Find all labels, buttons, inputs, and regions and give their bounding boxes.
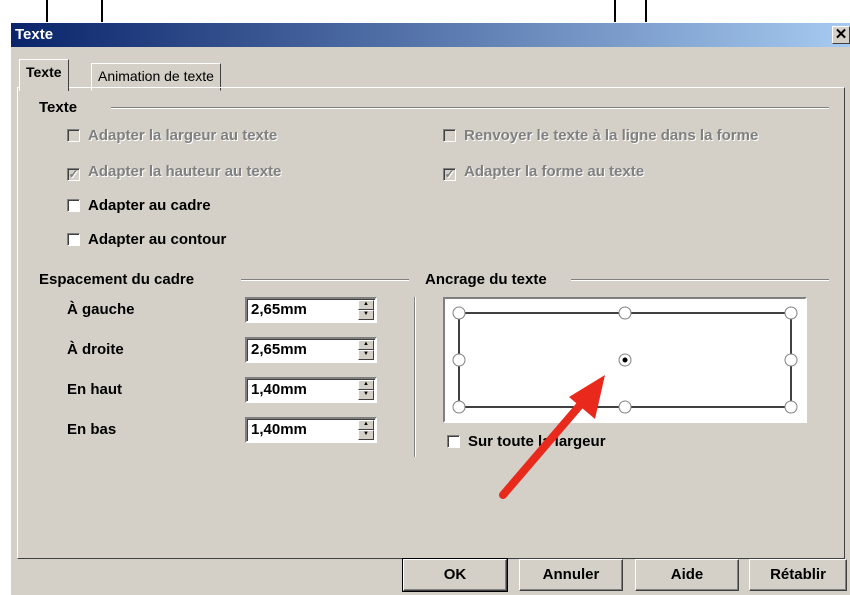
ok-button[interactable]: OK [402,558,508,592]
bottom-spacing-field[interactable]: 1,40mm ▲ ▼ [245,417,377,443]
anchor-point-top-center[interactable] [618,306,632,320]
background-line [645,0,647,22]
anchor-point-top-right[interactable] [784,306,798,320]
group-divider [241,279,409,281]
checkbox-box [443,129,456,142]
texte-group-title: Texte [39,99,82,116]
top-spacing-field[interactable]: 1,40mm ▲ ▼ [245,377,377,403]
bottom-spacing-label: En bas [67,421,117,438]
group-divider [111,107,829,109]
spin-buttons: ▲ ▼ [358,340,374,360]
left-spacing-field[interactable]: 2,65mm ▲ ▼ [245,297,377,323]
spacing-group-title: Espacement du cadre [39,271,199,288]
anchor-point-bottom-right[interactable] [784,400,798,414]
fit-width-checkbox[interactable]: Adapter la largeur au texte [67,127,277,145]
checkbox-box [67,129,80,142]
check-mark-icon: ✓ [443,167,456,181]
top-spacing-label: En haut [67,381,122,398]
group-divider [571,279,829,281]
spin-buttons: ▲ ▼ [358,420,374,440]
tab-texte[interactable]: Texte [19,59,69,91]
field-value: 2,65mm [251,301,307,318]
checkbox-label: Adapter au cadre [88,197,211,214]
text-dialog: Texte ✕ Texte Animation de texte Texte A… [10,22,850,595]
cancel-button[interactable]: Annuler [519,559,623,591]
fit-shape-checkbox[interactable]: ✓ Adapter la forme au texte [443,163,644,181]
spin-buttons: ▲ ▼ [358,300,374,320]
button-label: OK [443,566,467,583]
reset-button[interactable]: Rétablir [749,559,847,591]
checkbox-label: Adapter la forme au texte [464,163,645,180]
field-value: 1,40mm [251,381,307,398]
field-value: 1,40mm [251,421,307,438]
close-button[interactable]: ✕ [832,26,850,44]
fit-height-checkbox[interactable]: ✓ Adapter la hauteur au texte [67,163,281,181]
spin-up-icon[interactable]: ▲ [358,420,374,430]
spin-down-icon[interactable]: ▼ [358,350,374,360]
tab-label: Texte [26,64,62,80]
spin-down-icon[interactable]: ▼ [358,430,374,440]
window-title: Texte [15,26,54,43]
anchor-point-middle-right[interactable] [784,353,798,367]
spin-down-icon[interactable]: ▼ [358,310,374,320]
checkbox-label: Adapter au contour [88,231,227,248]
left-spacing-label: À gauche [67,301,135,318]
wrap-text-checkbox[interactable]: Renvoyer le texte à la ligne dans la for… [443,127,758,145]
anchor-point-top-left[interactable] [452,306,466,320]
checkbox-label: Adapter la largeur au texte [88,127,278,144]
background-line [614,0,616,22]
anchor-point-bottom-left[interactable] [452,400,466,414]
anchor-group-title: Ancrage du texte [425,271,551,288]
button-label: Annuler [542,566,600,583]
checkbox-label: Renvoyer le texte à la ligne dans la for… [464,127,759,144]
checkbox-label: Adapter la hauteur au texte [88,163,282,180]
checkbox-box [67,199,80,212]
anchor-point-center-selected[interactable] [618,353,632,367]
check-mark-icon: ✓ [67,167,80,181]
background-line [101,0,103,22]
right-spacing-field[interactable]: 2,65mm ▲ ▼ [245,337,377,363]
background-line [46,0,48,22]
fit-contour-checkbox[interactable]: Adapter au contour [67,231,226,249]
spin-buttons: ▲ ▼ [358,380,374,400]
button-label: Rétablir [770,566,826,583]
vertical-separator [414,297,416,457]
tab-label: Animation de texte [98,68,214,84]
spin-up-icon[interactable]: ▲ [358,300,374,310]
spin-down-icon[interactable]: ▼ [358,390,374,400]
fit-frame-checkbox[interactable]: Adapter au cadre [67,197,211,215]
checkbox-box [67,233,80,246]
right-spacing-label: À droite [67,341,124,358]
field-value: 2,65mm [251,341,307,358]
help-button[interactable]: Aide [635,559,739,591]
anchor-point-middle-left[interactable] [452,353,466,367]
spin-up-icon[interactable]: ▲ [358,340,374,350]
spin-up-icon[interactable]: ▲ [358,380,374,390]
red-arrow-annotation [499,375,605,499]
title-bar: Texte ✕ [11,23,850,47]
checkbox-box [447,435,460,448]
close-icon: ✕ [834,26,848,43]
button-label: Aide [670,566,704,583]
